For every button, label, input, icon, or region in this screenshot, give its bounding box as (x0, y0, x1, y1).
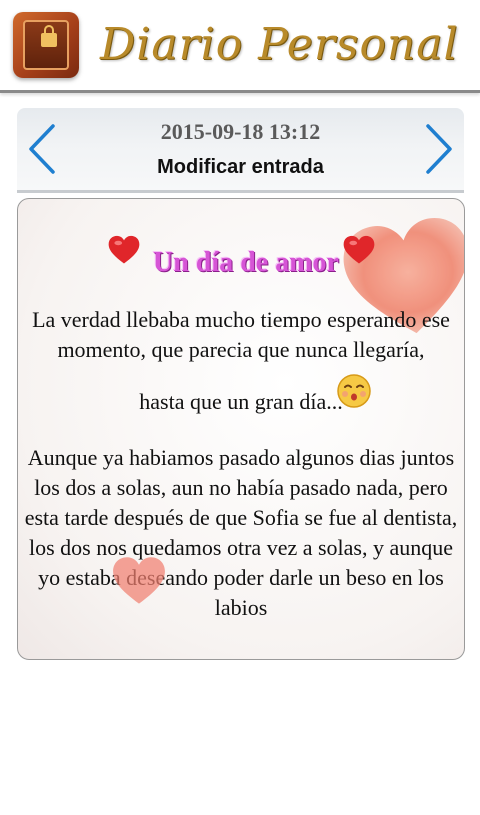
chevron-left-icon (29, 124, 55, 174)
kiss-emoji-icon (337, 374, 371, 408)
entry-paragraph: La verdad llebaba mucho tiempo esperando… (32, 307, 450, 362)
lock-icon (41, 25, 57, 47)
diary-book-lock-icon (13, 12, 79, 78)
entry-title: Un día de amor (153, 247, 339, 278)
entry-paragraph: hasta que un gran día... (139, 389, 343, 414)
entry-paragraph: Aunque ya habiamos pasado algunos dias j… (24, 445, 458, 620)
app-title: Diario Personal (100, 19, 459, 70)
entry-content[interactable]: Un día de amor La verdad llebaba mucho t… (17, 198, 465, 660)
heart-icon (343, 235, 375, 264)
heart-icon (113, 557, 165, 604)
chevron-right-icon (426, 124, 452, 174)
prev-entry-button[interactable] (23, 120, 63, 178)
app-header: Diario Personal (0, 0, 480, 93)
heart-icon (108, 235, 140, 264)
book-icon (23, 20, 69, 70)
next-entry-button[interactable] (418, 120, 458, 178)
entry-nav-bar: 2015-09-18 13:12 Modificar entrada (17, 108, 464, 193)
page-subtitle: Modificar entrada (157, 156, 324, 178)
entry-date: 2015-09-18 13:12 (160, 119, 321, 144)
